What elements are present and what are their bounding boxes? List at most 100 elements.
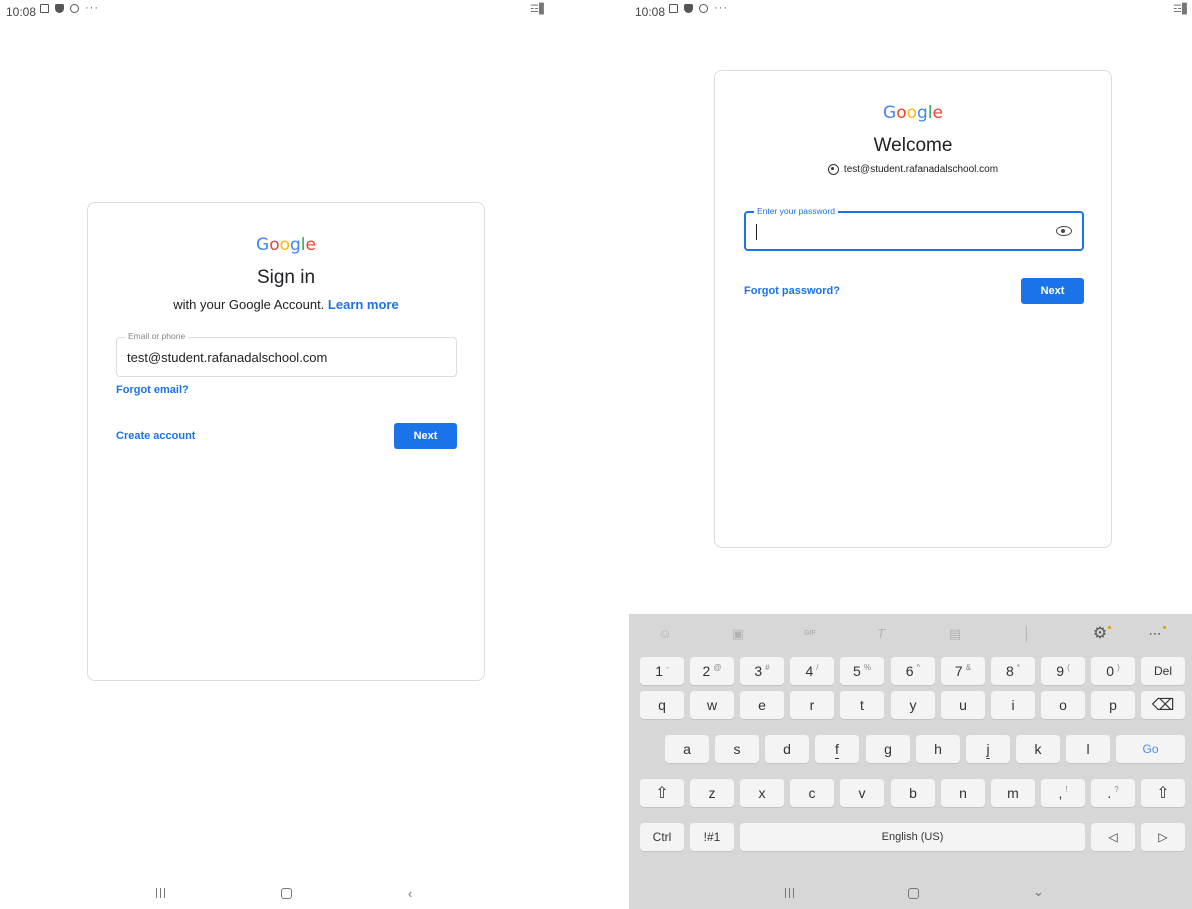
- google-logo: Google: [883, 103, 943, 123]
- key-l[interactable]: l: [1066, 735, 1110, 763]
- gif-icon[interactable]: GIF: [801, 625, 819, 643]
- key-k[interactable]: k: [1016, 735, 1060, 763]
- ctrl-key[interactable]: Ctrl: [640, 823, 684, 851]
- key-i[interactable]: i: [991, 691, 1035, 719]
- more-notifications-icon: ···: [714, 2, 728, 14]
- key-c[interactable]: c: [790, 779, 834, 807]
- next-button[interactable]: Next: [1021, 278, 1084, 304]
- key-p[interactable]: p: [1091, 691, 1135, 719]
- shield-icon: [684, 4, 693, 13]
- key-3[interactable]: 3 #: [740, 657, 784, 685]
- account-email: test@student.rafanadalschool.com: [843, 164, 999, 175]
- home-icon[interactable]: [281, 888, 292, 899]
- page-title: Sign in: [256, 267, 316, 288]
- key-x[interactable]: x: [740, 779, 784, 807]
- key-9[interactable]: 9(: [1041, 657, 1085, 685]
- show-password-icon[interactable]: [1056, 226, 1072, 236]
- key-u[interactable]: u: [941, 691, 985, 719]
- key-h[interactable]: h: [916, 735, 960, 763]
- key-2[interactable]: 2 @: [690, 657, 734, 685]
- timer-icon: [699, 4, 708, 13]
- key-8[interactable]: 8 *: [991, 657, 1035, 685]
- settings-icon[interactable]: ⚙: [1091, 625, 1111, 643]
- key-1[interactable]: 1-: [640, 657, 684, 685]
- key-period[interactable]: .?: [1091, 779, 1135, 807]
- key-z[interactable]: z: [690, 779, 734, 807]
- wifi-battery-icon: ☲▋: [530, 4, 547, 15]
- sign-in-card: Google Sign in with your Google Account.…: [87, 202, 485, 681]
- hide-keyboard-icon[interactable]: ⌄: [1033, 885, 1044, 898]
- welcome-title: Welcome: [873, 135, 953, 156]
- space-key[interactable]: English (US): [740, 823, 1085, 851]
- gallery-icon: [40, 4, 49, 13]
- key-7[interactable]: 7 &: [941, 657, 985, 685]
- key-j[interactable]: j: [966, 735, 1010, 763]
- key-m[interactable]: m: [991, 779, 1035, 807]
- key-w[interactable]: w: [690, 691, 734, 719]
- shift-right-key[interactable]: ⇧: [1141, 779, 1185, 807]
- sign-in-screen: 10:08 ··· ☲▋ Google Sign in with your Go…: [0, 0, 566, 909]
- timer-icon: [70, 4, 79, 13]
- text-style-icon[interactable]: T: [872, 625, 890, 643]
- create-account-link[interactable]: Create account: [116, 430, 195, 442]
- more-icon[interactable]: ⋯: [1146, 625, 1166, 643]
- account-chip[interactable]: test@student.rafanadalschool.com: [715, 164, 1111, 175]
- key-4[interactable]: 4/: [790, 657, 834, 685]
- key-q[interactable]: q: [640, 691, 684, 719]
- cursor-right-key[interactable]: ▷: [1141, 823, 1185, 851]
- learn-more-link[interactable]: Learn more: [328, 297, 399, 312]
- key-comma[interactable]: ,!: [1041, 779, 1085, 807]
- next-button[interactable]: Next: [394, 423, 457, 449]
- keyboard-toolbar: ☺ ▣ GIF T ▤ │ ⚙ ⋯: [629, 622, 1192, 646]
- recent-apps-icon[interactable]: [156, 888, 165, 898]
- key-e[interactable]: e: [740, 691, 784, 719]
- shift-left-key[interactable]: ⇧: [640, 779, 684, 807]
- recent-apps-icon[interactable]: [785, 888, 794, 898]
- cursor-left-key[interactable]: ◁: [1091, 823, 1135, 851]
- status-time: 10:08: [635, 5, 666, 19]
- back-icon[interactable]: ‹: [408, 887, 412, 900]
- key-6[interactable]: 6 ^: [891, 657, 935, 685]
- google-logo: Google: [256, 235, 316, 255]
- navigation-bar: ‹: [0, 879, 566, 909]
- backspace-icon[interactable]: ⌫: [1141, 691, 1185, 719]
- text-cursor: [756, 224, 757, 240]
- key-g[interactable]: g: [866, 735, 910, 763]
- key-f[interactable]: f: [815, 735, 859, 763]
- account-circle-icon: [827, 164, 839, 175]
- email-field-value: test@student.rafanadalschool.com: [127, 350, 328, 365]
- home-icon[interactable]: [908, 888, 919, 899]
- status-bar: 10:08 ··· ☲▋: [0, 0, 566, 22]
- password-field[interactable]: Enter your password: [744, 206, 1084, 251]
- password-card: Google Welcome test@student.rafanadalsch…: [714, 70, 1112, 548]
- delete-key[interactable]: Del: [1141, 657, 1185, 685]
- key-0[interactable]: 0): [1091, 657, 1135, 685]
- key-s[interactable]: s: [715, 735, 759, 763]
- key-a[interactable]: a: [665, 735, 709, 763]
- clipboard-icon[interactable]: ▤: [946, 625, 964, 643]
- email-field[interactable]: Email or phone test@student.rafanadalsch…: [116, 331, 457, 377]
- symbols-key[interactable]: !#1: [690, 823, 734, 851]
- key-v[interactable]: v: [840, 779, 884, 807]
- key-t[interactable]: t: [840, 691, 884, 719]
- key-d[interactable]: d: [765, 735, 809, 763]
- gallery-icon: [669, 4, 678, 13]
- key-b[interactable]: b: [891, 779, 935, 807]
- on-screen-keyboard: ☺ ▣ GIF T ▤ │ ⚙ ⋯ 1- 2 @ 3 # 4/ 5% 6 ^ 7 & 8…: [629, 614, 1192, 909]
- key-n[interactable]: n: [941, 779, 985, 807]
- microphone-icon[interactable]: │: [1018, 625, 1036, 643]
- forgot-password-link[interactable]: Forgot password?: [744, 285, 840, 297]
- shield-icon: [55, 4, 64, 13]
- emoji-icon[interactable]: ☺: [656, 625, 674, 643]
- navigation-bar: ⌄: [629, 879, 1192, 909]
- key-5[interactable]: 5%: [840, 657, 884, 685]
- wifi-battery-icon: ☲▋: [1173, 4, 1190, 15]
- key-r[interactable]: r: [790, 691, 834, 719]
- key-o[interactable]: o: [1041, 691, 1085, 719]
- sticker-icon[interactable]: ▣: [729, 625, 747, 643]
- go-key[interactable]: Go: [1116, 735, 1185, 763]
- key-y[interactable]: y: [891, 691, 935, 719]
- forgot-email-link[interactable]: Forgot email?: [116, 384, 189, 396]
- password-field-label: Enter your password: [754, 206, 838, 216]
- password-screen: 10:08 ··· ☲▋ Google Welcome test@student…: [629, 0, 1192, 909]
